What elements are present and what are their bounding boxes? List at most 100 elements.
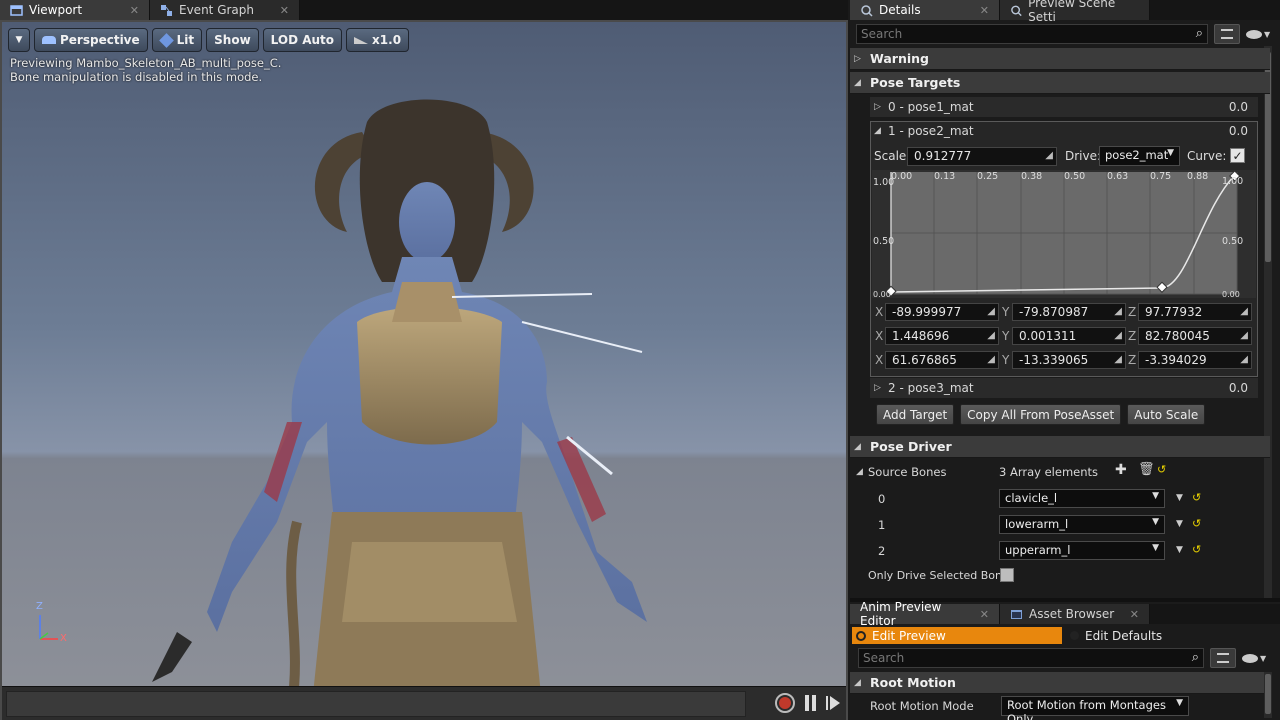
tab-anim-preview-label: Anim Preview Editor <box>860 600 942 628</box>
anim-preview-search-input[interactable]: Search ⌕ <box>858 648 1204 668</box>
tab-event-graph[interactable]: Event Graph ✕ <box>150 0 300 20</box>
rotation-x-input[interactable]: 1.448696 ◢ <box>885 327 999 345</box>
chevron-down-icon: ▼ <box>1176 698 1183 708</box>
pose-target-0[interactable]: ▷ 0 - pose1_mat 0.0 <box>870 97 1258 117</box>
view-options-button[interactable] <box>1210 648 1236 668</box>
root-motion-mode-value: Root Motion from Montages Only <box>1007 698 1166 720</box>
translation-z-input[interactable]: 97.77932 ◢ <box>1138 303 1252 321</box>
translation-x-input[interactable]: -89.999977 ◢ <box>885 303 999 321</box>
tab-details[interactable]: Details ✕ <box>850 0 1000 20</box>
reset-to-default-button[interactable]: ↺ <box>1192 543 1201 556</box>
lit-button[interactable]: Lit <box>151 28 203 52</box>
reset-arrow-icon: ↺ <box>1192 543 1202 556</box>
reset-to-default-button[interactable]: ↺ <box>1192 517 1201 530</box>
pause-icon <box>805 695 809 711</box>
tab-preview-scene-label: Preview Scene Setti <box>1028 0 1116 24</box>
details-icon <box>861 4 873 17</box>
add-target-button[interactable]: Add Target <box>876 404 955 425</box>
curve-x-tick: 1.00 <box>1222 176 1244 187</box>
viewport-info: Previewing Mambo_Skeleton_AB_multi_pose_… <box>10 56 281 84</box>
translation-y-input[interactable]: -79.870987 ◢ <box>1012 303 1126 321</box>
tab-anim-preview-editor[interactable]: Anim Preview Editor ✕ <box>850 600 1000 628</box>
scale-z-input[interactable]: -3.394029 ◢ <box>1138 351 1252 369</box>
edit-defaults-toggle[interactable]: Edit Defaults <box>1070 627 1270 644</box>
anim-preview-scrollbar-thumb[interactable] <box>1265 674 1271 714</box>
reset-arrow-icon: ↺ <box>1157 463 1167 476</box>
curve-x-tick: 0.75 <box>1150 171 1172 182</box>
close-icon[interactable]: ✕ <box>130 4 139 17</box>
rotation-z-input[interactable]: 82.780045 ◢ <box>1138 327 1252 345</box>
scale-input[interactable]: 0.912777 ◢ <box>907 147 1057 166</box>
anim-preview-search-row: Search ⌕ ▼ <box>858 648 1266 668</box>
details-search-input[interactable]: Search ⌕ <box>856 24 1208 44</box>
perspective-button[interactable]: Perspective <box>34 28 148 52</box>
reset-to-default-button[interactable]: ↺ <box>1192 491 1201 504</box>
viewport-scene[interactable]: ▼ Perspective Lit Show LOD Auto x1.0 Pre… <box>2 22 846 704</box>
expand-arrow-icon: ▷ <box>854 53 861 64</box>
bone-row-options-button[interactable]: ▼ <box>1176 519 1183 529</box>
details-scrollbar[interactable] <box>1264 46 1272 598</box>
cube-icon <box>158 32 174 48</box>
step-forward-button[interactable] <box>826 696 840 710</box>
source-bones-header[interactable]: ◢ Source Bones <box>856 463 1000 481</box>
anim-preview-scrollbar[interactable] <box>1264 672 1272 718</box>
record-button[interactable] <box>775 693 795 713</box>
rotation-y-input[interactable]: 0.001311 ◢ <box>1012 327 1126 345</box>
reset-to-default-button[interactable]: ↺ <box>1157 463 1166 476</box>
category-root-motion[interactable]: ◢ Root Motion <box>850 672 1270 694</box>
rotation-x-value: 1.448696 <box>892 329 950 343</box>
show-button[interactable]: Show <box>206 28 259 52</box>
timeline-scrubber[interactable] <box>6 691 746 717</box>
search-placeholder: Search <box>861 27 903 41</box>
tab-preview-scene-settings[interactable]: Preview Scene Setti <box>1000 0 1150 24</box>
root-motion-mode-dropdown[interactable]: Root Motion from Montages Only ▼ <box>1001 696 1189 720</box>
translation-y-value: -79.870987 <box>1019 305 1089 319</box>
category-pose-driver[interactable]: ◢ Pose Driver <box>850 436 1270 458</box>
pose-target-0-value: 0.0 <box>1228 100 1248 114</box>
bone-dropdown-1[interactable]: lowerarm_l ▼ <box>999 515 1165 534</box>
close-icon[interactable]: ✕ <box>1130 608 1139 621</box>
tab-viewport[interactable]: Viewport ✕ <box>0 0 150 20</box>
scale-value: 0.912777 <box>914 149 972 163</box>
viewport[interactable]: ▼ Perspective Lit Show LOD Auto x1.0 Pre… <box>0 20 848 720</box>
viewport-options-button[interactable]: ▼ <box>8 28 30 52</box>
lod-button[interactable]: LOD Auto <box>262 28 343 52</box>
grid-icon <box>1217 653 1229 663</box>
curve-editor[interactable]: 0.00 0.13 0.25 0.38 0.50 0.63 0.75 0.88 … <box>872 170 1256 299</box>
pose-target-1[interactable]: ◢ 1 - pose2_mat 0.0 <box>872 122 1256 140</box>
add-element-button[interactable]: ✚ <box>1115 462 1127 478</box>
speed-label: x1.0 <box>372 33 402 47</box>
category-warning[interactable]: ▷ Warning <box>850 48 1270 70</box>
edit-preview-toggle[interactable]: Edit Preview <box>852 627 1062 644</box>
bone-dropdown-0[interactable]: clavicle_l ▼ <box>999 489 1165 508</box>
pause-button[interactable] <box>805 695 816 711</box>
pose-target-2[interactable]: ▷ 2 - pose3_mat 0.0 <box>870 378 1258 398</box>
only-drive-selected-checkbox[interactable] <box>1000 568 1014 582</box>
close-icon[interactable]: ✕ <box>980 608 989 621</box>
scale-x-input[interactable]: 61.676865 ◢ <box>885 351 999 369</box>
close-icon[interactable]: ✕ <box>280 4 289 17</box>
bone-name: clavicle_l <box>1005 491 1058 505</box>
bottom-tabbar: Anim Preview Editor ✕ Asset Browser ✕ <box>850 600 1280 628</box>
bone-dropdown-2[interactable]: upperarm_l ▼ <box>999 541 1165 560</box>
view-options-button[interactable] <box>1214 24 1240 44</box>
auto-scale-button[interactable]: Auto Scale <box>1127 404 1206 425</box>
tab-asset-browser[interactable]: Asset Browser ✕ <box>1000 604 1150 624</box>
delete-all-button[interactable]: 🗑 <box>1138 462 1155 477</box>
curve-x-tick: 0.50 <box>1064 171 1086 182</box>
drive-dropdown[interactable]: pose2_mat ▼ <box>1099 146 1180 166</box>
scale-y-input[interactable]: -13.339065 ◢ <box>1012 351 1126 369</box>
bone-row-options-button[interactable]: ▼ <box>1176 493 1183 503</box>
close-icon[interactable]: ✕ <box>980 4 989 17</box>
visibility-button[interactable]: ▼ <box>1246 29 1270 39</box>
bone-row-options-button[interactable]: ▼ <box>1176 545 1183 555</box>
translation-x-value: -89.999977 <box>892 305 962 319</box>
copy-all-button[interactable]: Copy All From PoseAsset <box>960 404 1122 425</box>
category-pose-targets[interactable]: ◢ Pose Targets <box>850 72 1270 94</box>
visibility-button[interactable]: ▼ <box>1242 653 1266 663</box>
speed-icon <box>354 36 369 44</box>
playback-speed-button[interactable]: x1.0 <box>346 28 410 52</box>
curve-checkbox[interactable]: ✓ <box>1230 148 1245 163</box>
source-bones-count: 3 Array elements <box>999 465 1099 479</box>
axis-gizmo: Z X <box>32 601 76 648</box>
